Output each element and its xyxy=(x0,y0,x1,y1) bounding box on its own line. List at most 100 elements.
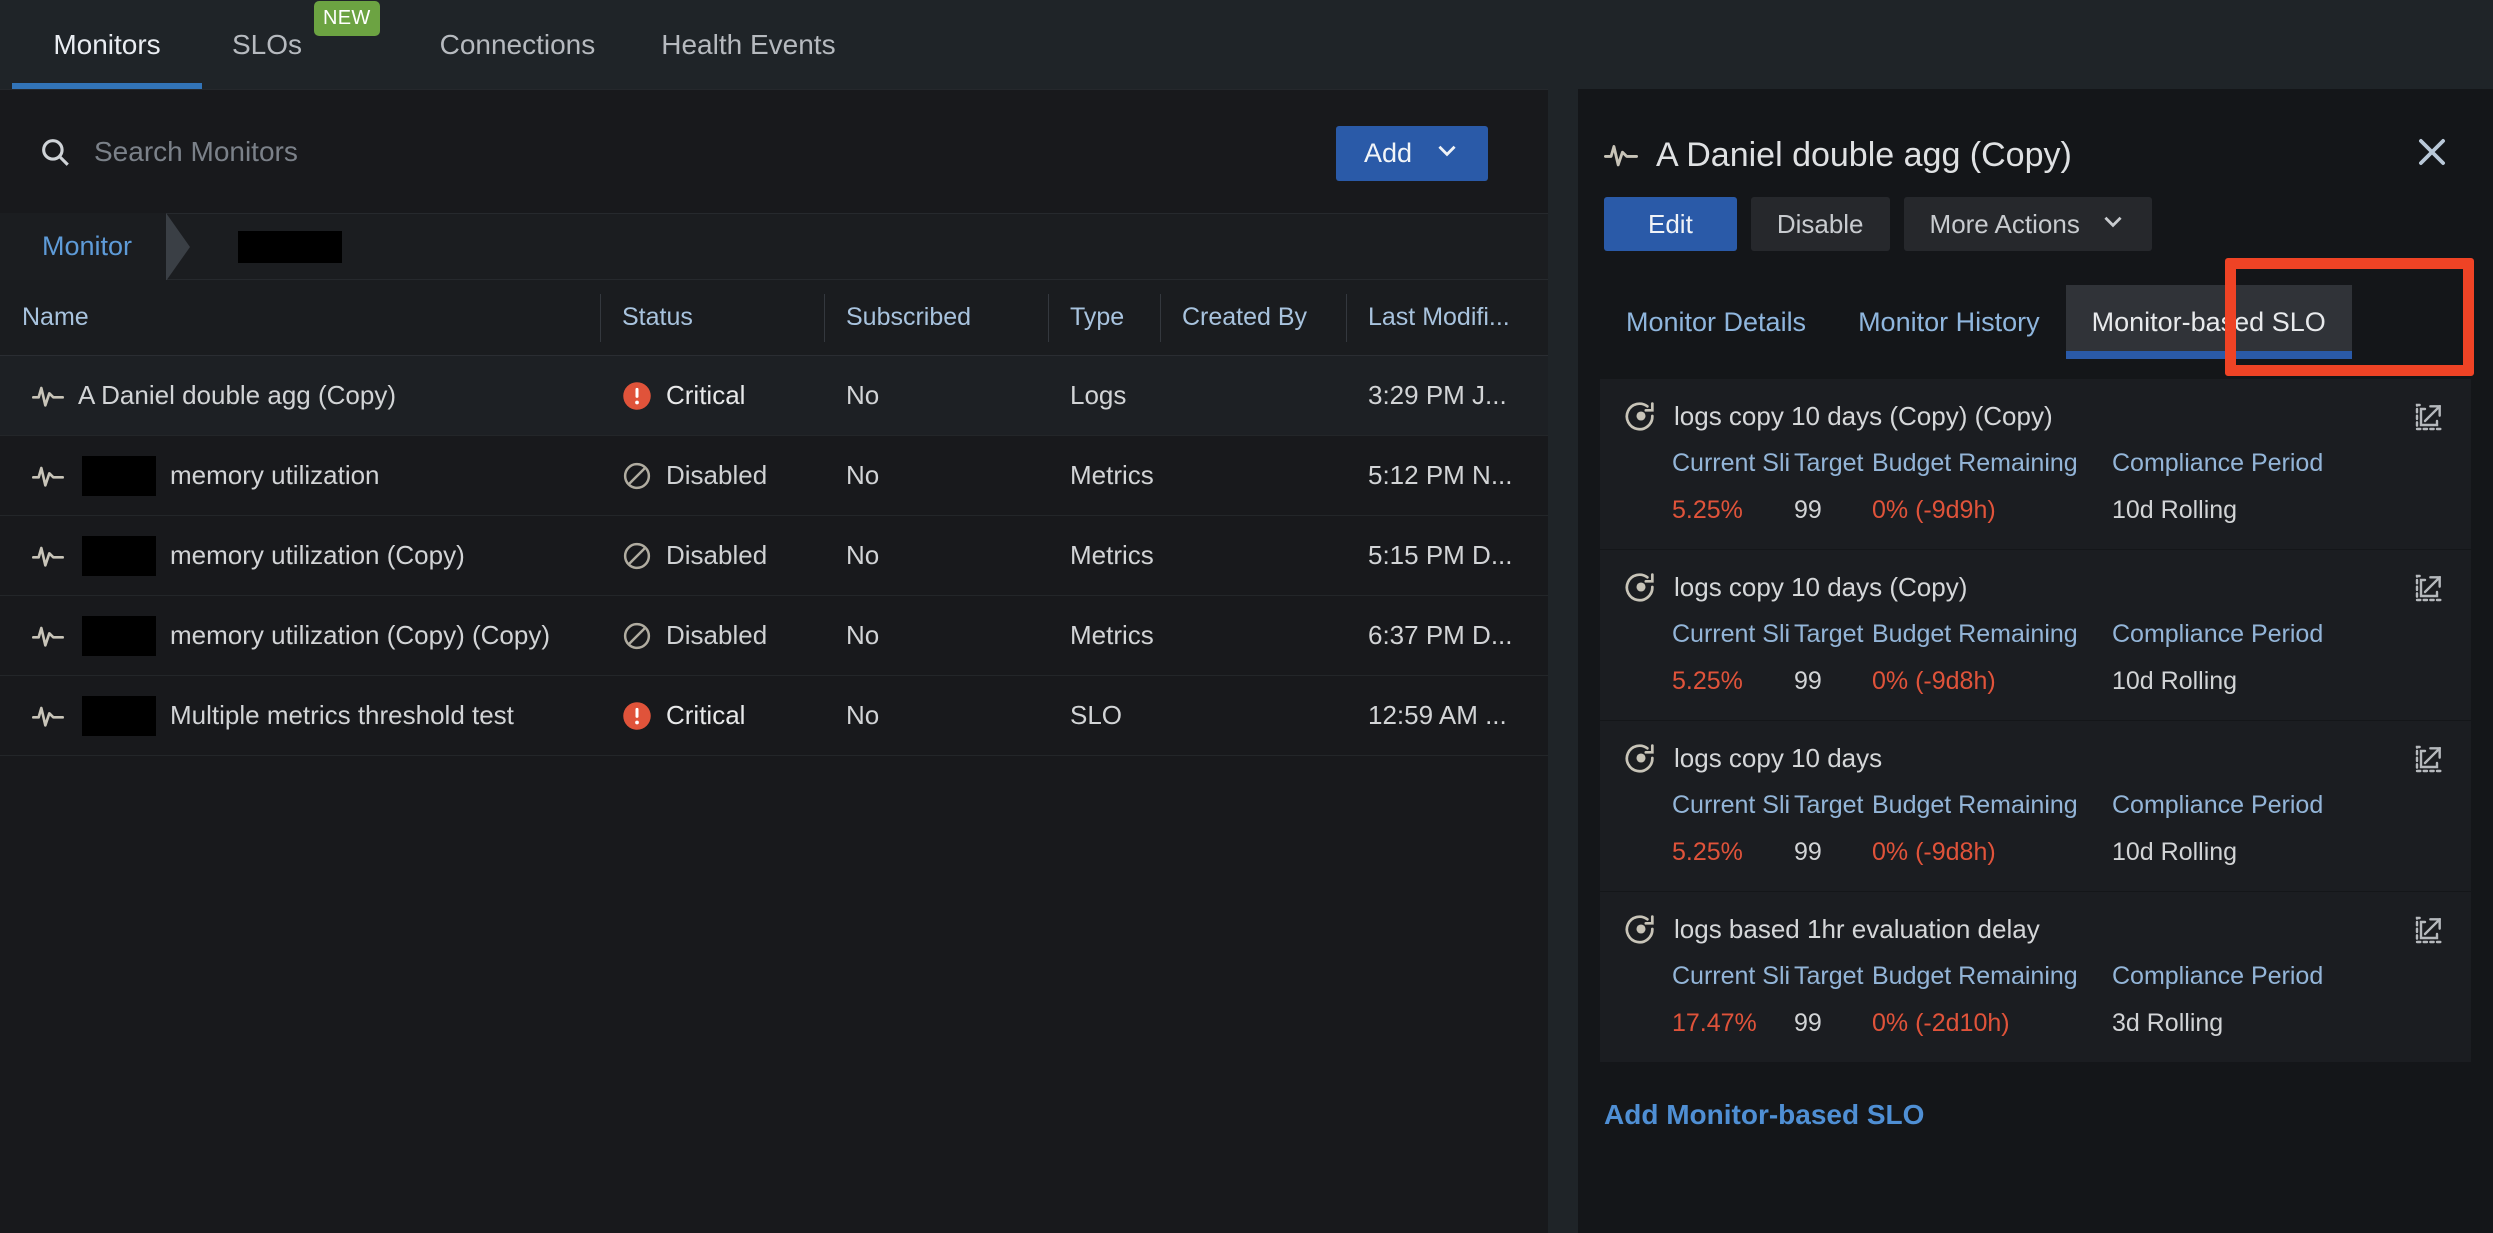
tab-monitor-details[interactable]: Monitor Details xyxy=(1600,285,1832,359)
breadcrumb-current-redacted xyxy=(238,231,342,263)
slo-target-icon xyxy=(1624,570,1658,604)
search-bar: Add xyxy=(0,90,1548,213)
cell-created-by xyxy=(1160,700,1346,731)
slo-label-compliance-period: Compliance Period xyxy=(2112,962,2352,991)
table-row[interactable]: A Daniel double agg (Copy)CriticalNoLogs… xyxy=(0,356,1548,436)
slo-list: logs copy 10 days (Copy) (Copy)Current S… xyxy=(1578,359,2493,1063)
table-row[interactable]: Multiple metrics threshold testCriticalN… xyxy=(0,676,1548,756)
status-badge: Disabled xyxy=(666,460,767,491)
column-header-status[interactable]: Status xyxy=(600,280,824,356)
slo-metrics: Current Sli5.25%Target99Budget Remaining… xyxy=(1624,620,2447,696)
cell-name: Multiple metrics threshold test xyxy=(0,696,600,736)
add-monitor-based-slo-link[interactable]: Add Monitor-based SLO xyxy=(1578,1063,2493,1131)
cell-name: memory utilization xyxy=(0,456,600,496)
search-input[interactable] xyxy=(94,136,1094,168)
open-external-icon[interactable] xyxy=(2413,743,2445,775)
redacted-name-prefix xyxy=(82,456,156,496)
nav-tab-health-events[interactable]: Health Events xyxy=(659,0,837,89)
critical-status-icon xyxy=(622,701,652,731)
monitor-list-panel: Add Monitor Name Status Subscribed Type xyxy=(0,89,1548,1233)
cell-created-by xyxy=(1160,540,1346,571)
table-row[interactable]: memory utilizationDisabledNoMetrics5:12 … xyxy=(0,436,1548,516)
nav-tab-slos[interactable]: SLOs NEW xyxy=(230,0,380,89)
open-external-icon[interactable] xyxy=(2413,401,2445,433)
edit-button[interactable]: Edit xyxy=(1604,197,1737,251)
column-header-name[interactable]: Name xyxy=(0,280,600,356)
disable-button-label: Disable xyxy=(1777,209,1864,240)
open-external-icon[interactable] xyxy=(2413,914,2445,946)
cell-status: Critical xyxy=(600,700,824,731)
nav-tab-connections[interactable]: Connections xyxy=(438,0,598,89)
cell-last-modified: 12:59 AM ... xyxy=(1346,700,1546,731)
slo-name: logs copy 10 days (Copy) xyxy=(1674,572,1967,603)
cell-type: Metrics xyxy=(1048,460,1160,491)
app-root: Monitors SLOs NEW Connections Health Eve… xyxy=(0,0,2493,1233)
open-external-icon[interactable] xyxy=(2413,572,2445,604)
slo-value-current-sli: 17.47% xyxy=(1672,1009,1794,1038)
primary-nav: Monitors SLOs NEW Connections Health Eve… xyxy=(0,0,2493,89)
slo-card[interactable]: logs based 1hr evaluation delayCurrent S… xyxy=(1600,892,2471,1063)
add-button-label: Add xyxy=(1364,138,1412,169)
slo-value-target: 99 xyxy=(1794,1009,1872,1038)
slo-target-icon xyxy=(1624,741,1658,775)
redacted-name-prefix xyxy=(82,696,156,736)
column-header-last-modified[interactable]: Last Modifi... xyxy=(1346,280,1546,356)
detail-action-bar: Edit Disable More Actions xyxy=(1578,197,2493,251)
nav-tab-monitors-label: Monitors xyxy=(51,29,162,61)
slo-target-icon xyxy=(1624,399,1658,433)
panel-divider xyxy=(1548,89,1578,1233)
tab-monitor-details-label: Monitor Details xyxy=(1626,307,1806,338)
disabled-status-icon xyxy=(622,541,652,571)
cell-type: Metrics xyxy=(1048,620,1160,651)
cell-last-modified: 5:15 PM D... xyxy=(1346,540,1546,571)
monitor-detail-panel: A Daniel double agg (Copy) Edit Disable … xyxy=(1578,89,2493,1233)
nav-tab-health-events-label: Health Events xyxy=(659,29,837,61)
monitor-name: memory utilization xyxy=(170,460,380,491)
breadcrumb-item-monitor-label: Monitor xyxy=(42,231,132,262)
critical-status-icon xyxy=(622,381,652,411)
slo-name: logs copy 10 days xyxy=(1674,743,1882,774)
nav-tab-slos-label: SLOs xyxy=(230,29,304,61)
slo-card[interactable]: logs copy 10 daysCurrent Sli5.25%Target9… xyxy=(1600,721,2471,892)
slo-card-header: logs copy 10 days xyxy=(1624,741,2447,775)
breadcrumb-item-monitor[interactable]: Monitor xyxy=(0,213,166,280)
slo-card[interactable]: logs copy 10 days (Copy) Current Sli5.25%… xyxy=(1600,550,2471,721)
cell-status: Disabled xyxy=(600,460,824,491)
cell-subscribed: No xyxy=(824,700,1048,731)
cell-subscribed: No xyxy=(824,540,1048,571)
slo-label-compliance-period: Compliance Period xyxy=(2112,791,2352,820)
slo-label-budget-remaining: Budget Remaining xyxy=(1872,962,2112,991)
monitor-pulse-icon xyxy=(32,700,64,732)
tab-monitor-history[interactable]: Monitor History xyxy=(1832,285,2066,359)
slo-card-header: logs based 1hr evaluation delay xyxy=(1624,912,2447,946)
new-badge: NEW xyxy=(314,1,380,36)
chevron-down-icon xyxy=(1434,137,1460,170)
table-body: A Daniel double agg (Copy)CriticalNoLogs… xyxy=(0,356,1548,756)
disable-button[interactable]: Disable xyxy=(1751,197,1890,251)
slo-label-target: Target xyxy=(1794,791,1872,820)
monitor-pulse-icon xyxy=(32,620,64,652)
close-icon[interactable] xyxy=(2413,133,2451,171)
slo-label-compliance-period: Compliance Period xyxy=(2112,449,2352,478)
slo-value-compliance-period: 10d Rolling xyxy=(2112,496,2352,525)
add-button[interactable]: Add xyxy=(1336,126,1488,181)
slo-card[interactable]: logs copy 10 days (Copy) (Copy)Current S… xyxy=(1600,379,2471,550)
more-actions-button[interactable]: More Actions xyxy=(1904,197,2152,251)
nav-tab-monitors[interactable]: Monitors xyxy=(12,0,202,89)
column-header-subscribed[interactable]: Subscribed xyxy=(824,280,1048,356)
column-header-type[interactable]: Type xyxy=(1048,280,1160,356)
cell-status: Critical xyxy=(600,380,824,411)
cell-created-by xyxy=(1160,460,1346,491)
slo-label-target: Target xyxy=(1794,449,1872,478)
table-row[interactable]: memory utilization (Copy)DisabledNoMetri… xyxy=(0,516,1548,596)
slo-value-budget-remaining: 0% (-9d8h) xyxy=(1872,838,2112,867)
column-header-created-by[interactable]: Created By xyxy=(1160,280,1346,356)
slo-value-current-sli: 5.25% xyxy=(1672,838,1794,867)
tab-monitor-history-label: Monitor History xyxy=(1858,307,2040,338)
detail-title-row: A Daniel double agg (Copy) xyxy=(1578,89,2493,185)
tab-monitor-based-slo[interactable]: Monitor-based SLO xyxy=(2066,285,2352,359)
cell-type: SLO xyxy=(1048,700,1160,731)
cell-name: memory utilization (Copy) xyxy=(0,536,600,576)
slo-value-target: 99 xyxy=(1794,667,1872,696)
table-row[interactable]: memory utilization (Copy) (Copy)Disabled… xyxy=(0,596,1548,676)
